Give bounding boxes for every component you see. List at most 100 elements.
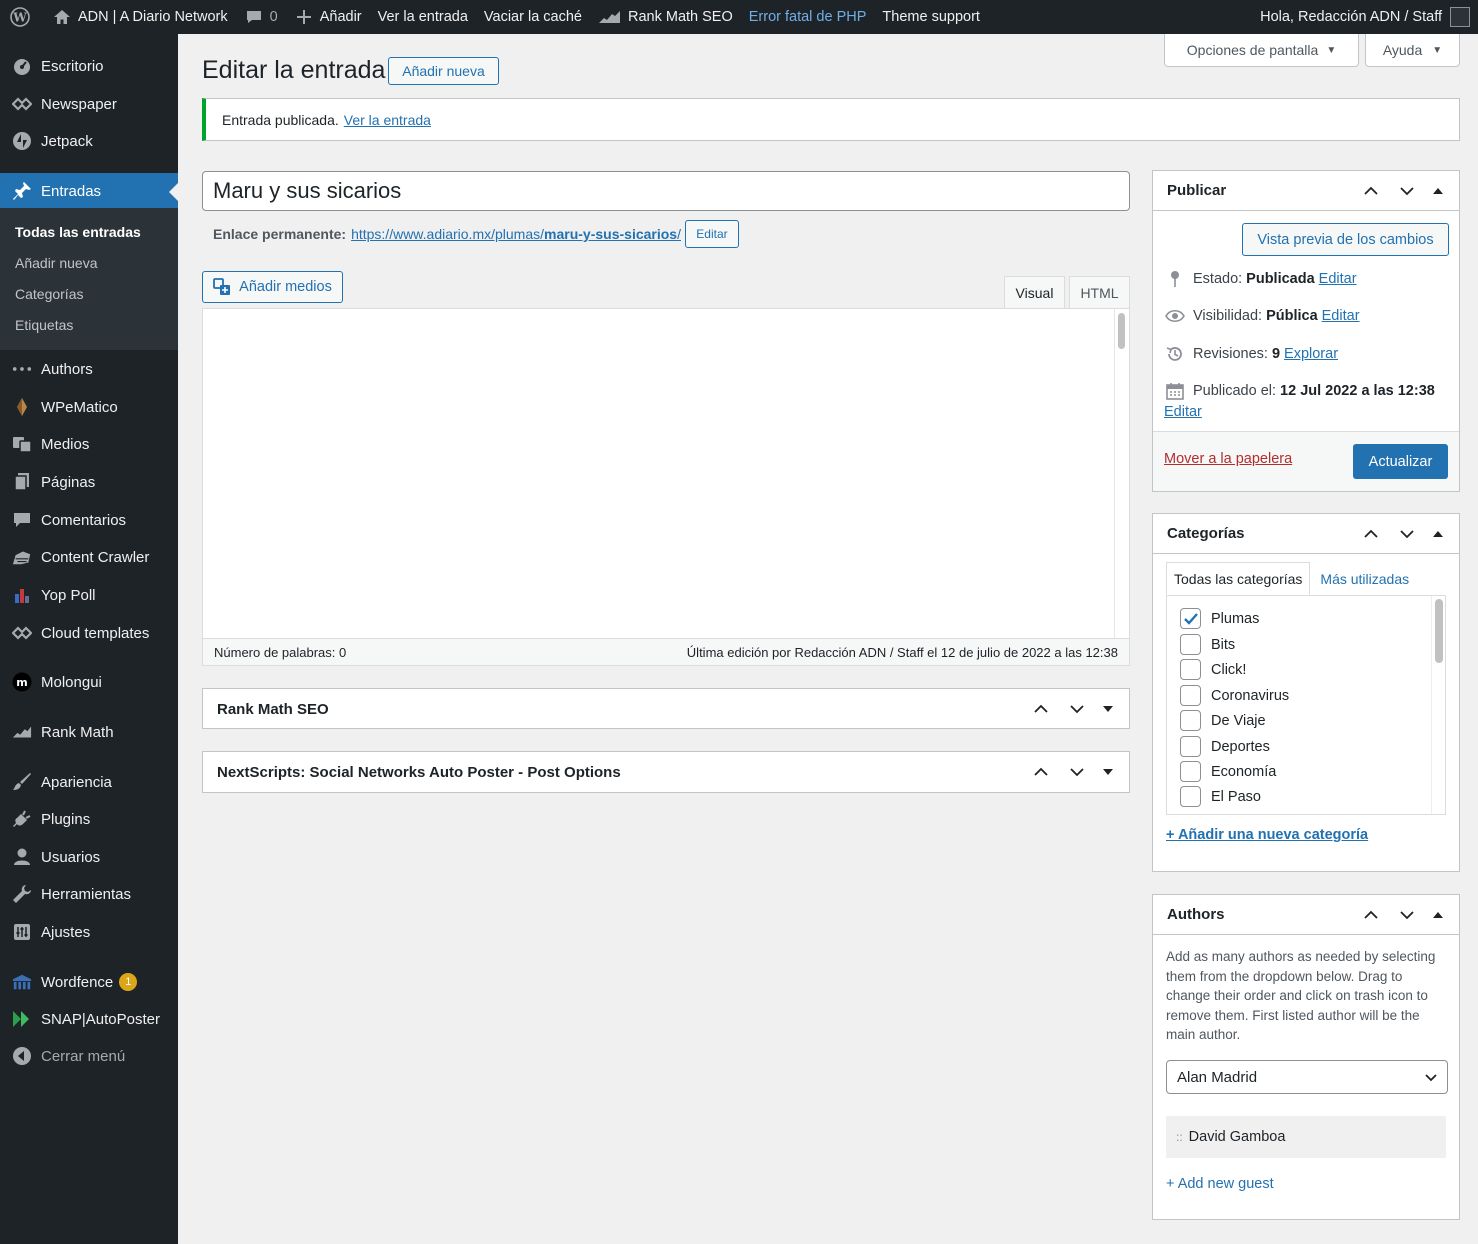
category-item[interactable]: Click! xyxy=(1180,659,1246,680)
sidebar-item-snap-autoposter[interactable]: SNAP|AutoPoster xyxy=(0,1001,178,1037)
clear-cache-link[interactable]: Vaciar la caché xyxy=(476,0,590,34)
screen-options-button[interactable]: Opciones de pantalla ▼ xyxy=(1164,34,1359,67)
move-to-trash-link[interactable]: Mover a la papelera xyxy=(1164,451,1292,467)
move-up-icon[interactable] xyxy=(1353,897,1389,933)
move-down-icon[interactable] xyxy=(1059,754,1095,790)
sidebar-item-ajustes[interactable]: Ajustes xyxy=(0,914,178,950)
move-down-icon[interactable] xyxy=(1389,897,1425,933)
authors-metabox-header[interactable]: Authors xyxy=(1153,895,1459,935)
sidebar-item-cloud-templates[interactable]: Cloud templates xyxy=(0,615,178,651)
edit-permalink-button[interactable]: Editar xyxy=(684,220,739,248)
sidebar-item-molongui[interactable]: m Molongui xyxy=(0,664,178,700)
toggle-panel-icon[interactable] xyxy=(1095,691,1121,727)
category-item[interactable]: El Paso xyxy=(1180,786,1261,807)
move-up-icon[interactable] xyxy=(1353,173,1389,209)
publish-metabox-header[interactable]: Publicar xyxy=(1153,171,1459,211)
sidebar-item-entradas[interactable]: Entradas xyxy=(0,173,178,209)
site-name-link[interactable]: ADN | A Diario Network xyxy=(44,0,236,34)
checkbox[interactable] xyxy=(1180,736,1201,757)
add-new-menu[interactable]: Añadir xyxy=(286,0,370,34)
toggle-panel-icon[interactable] xyxy=(1425,897,1451,933)
tab-visual[interactable]: Visual xyxy=(1004,276,1065,309)
sidebar-item-wordfence[interactable]: Wordfence 1 xyxy=(0,964,178,1000)
rank-math-menu[interactable]: Rank Math SEO xyxy=(590,0,741,34)
category-item[interactable]: Deportes xyxy=(1180,736,1270,757)
edit-visibility-link[interactable]: Editar xyxy=(1322,308,1360,324)
toggle-panel-icon[interactable] xyxy=(1425,516,1451,552)
edit-status-link[interactable]: Editar xyxy=(1319,271,1357,287)
tab-html[interactable]: HTML xyxy=(1069,276,1130,309)
update-button[interactable]: Actualizar xyxy=(1353,444,1448,479)
sidebar-item-newspaper[interactable]: Newspaper xyxy=(0,86,178,122)
sidebar-item-comentarios[interactable]: Comentarios xyxy=(0,502,178,538)
explore-revisions-link[interactable]: Explorar xyxy=(1284,346,1338,362)
category-item[interactable]: Economía xyxy=(1180,761,1276,782)
submenu-tags[interactable]: Etiquetas xyxy=(15,317,73,333)
category-item[interactable]: Bits xyxy=(1180,634,1235,655)
author-select[interactable]: Alan Madrid xyxy=(1166,1060,1448,1094)
tab-all-categories[interactable]: Todas las categorías xyxy=(1166,562,1311,595)
categories-metabox-header[interactable]: Categorías xyxy=(1153,514,1459,554)
sidebar-item-plugins[interactable]: Plugins xyxy=(0,801,178,837)
sidebar-item-escritorio[interactable]: Escritorio xyxy=(0,48,178,84)
collapse-menu-button[interactable]: Cerrar menú xyxy=(0,1038,178,1074)
sidebar-item-herramientas[interactable]: Herramientas xyxy=(0,876,178,912)
toggle-panel-icon[interactable] xyxy=(1095,754,1121,790)
account-menu[interactable]: Hola, Redacción ADN / Staff xyxy=(1252,0,1478,34)
checkbox[interactable] xyxy=(1180,761,1201,782)
submenu-categories[interactable]: Categorías xyxy=(15,286,83,302)
checkbox-checked[interactable] xyxy=(1180,608,1201,629)
tab-most-used[interactable]: Más utilizadas xyxy=(1310,562,1416,595)
category-item[interactable]: Coronavirus xyxy=(1180,685,1289,706)
move-up-icon[interactable] xyxy=(1353,516,1389,552)
author-list-item[interactable]: :: David Gamboa xyxy=(1166,1116,1446,1158)
move-down-icon[interactable] xyxy=(1389,173,1425,209)
sidebar-item-content-crawler[interactable]: Content Crawler xyxy=(0,539,178,575)
sidebar-item-paginas[interactable]: Páginas xyxy=(0,464,178,500)
toggle-panel-icon[interactable] xyxy=(1425,173,1451,209)
wordpress-logo-button[interactable]: W xyxy=(0,0,44,34)
move-down-icon[interactable] xyxy=(1059,691,1095,727)
comments-link[interactable]: 0 xyxy=(236,0,286,34)
move-down-icon[interactable] xyxy=(1389,516,1425,552)
editor-scrollbar[interactable] xyxy=(1114,309,1129,639)
submenu-all-posts[interactable]: Todas las entradas xyxy=(15,224,141,240)
sidebar-item-yop-poll[interactable]: Yop Poll xyxy=(0,577,178,613)
category-scroll-thumb[interactable] xyxy=(1435,599,1443,663)
add-media-button[interactable]: Añadir medios xyxy=(202,271,343,303)
sidebar-item-rank-math[interactable]: Rank Math xyxy=(0,714,178,750)
theme-support-link[interactable]: Theme support xyxy=(874,0,988,34)
sidebar-item-usuarios[interactable]: Usuarios xyxy=(0,839,178,875)
sidebar-item-wpematico[interactable]: WPeMatico xyxy=(0,389,178,425)
category-scrollbar[interactable] xyxy=(1431,596,1445,814)
editor-scroll-thumb[interactable] xyxy=(1118,313,1125,349)
view-post-link[interactable]: Ver la entrada xyxy=(370,0,476,34)
help-button[interactable]: Ayuda ▼ xyxy=(1365,34,1460,67)
submenu-add-new[interactable]: Añadir nueva xyxy=(15,255,98,271)
checkbox[interactable] xyxy=(1180,710,1201,731)
checkbox[interactable] xyxy=(1180,685,1201,706)
rankmath-metabox-header[interactable]: Rank Math SEO xyxy=(203,689,1129,729)
preview-changes-button[interactable]: Vista previa de los cambios xyxy=(1242,223,1449,256)
category-item[interactable]: Plumas xyxy=(1180,608,1259,629)
nextscripts-metabox-header[interactable]: NextScripts: Social Networks Auto Poster… xyxy=(203,752,1129,792)
checkbox[interactable] xyxy=(1180,659,1201,680)
sidebar-item-jetpack[interactable]: Jetpack xyxy=(0,123,178,159)
permalink-link[interactable]: https://www.adiario.mx/plumas/maru-y-sus… xyxy=(351,226,681,242)
php-error-link[interactable]: Error fatal de PHP xyxy=(741,0,875,34)
category-item[interactable]: De Viaje xyxy=(1180,710,1266,731)
post-title-input[interactable]: Maru y sus sicarios xyxy=(202,171,1130,211)
move-up-icon[interactable] xyxy=(1023,691,1059,727)
post-content-editor[interactable]: Número de palabras: 0 Última edición por… xyxy=(202,308,1130,666)
sidebar-item-authors[interactable]: Authors xyxy=(0,351,178,387)
edit-date-link[interactable]: Editar xyxy=(1164,404,1202,420)
sidebar-item-medios[interactable]: Medios xyxy=(0,426,178,462)
checkbox[interactable] xyxy=(1180,786,1201,807)
add-new-post-button[interactable]: Añadir nueva xyxy=(388,57,499,85)
drag-handle-icon[interactable]: :: xyxy=(1176,1130,1183,1144)
checkbox[interactable] xyxy=(1180,634,1201,655)
add-new-category-link[interactable]: + Añadir una nueva categoría xyxy=(1166,827,1368,843)
sidebar-item-apariencia[interactable]: Apariencia xyxy=(0,764,178,800)
move-up-icon[interactable] xyxy=(1023,754,1059,790)
notice-view-post-link[interactable]: Ver la entrada xyxy=(344,112,431,128)
